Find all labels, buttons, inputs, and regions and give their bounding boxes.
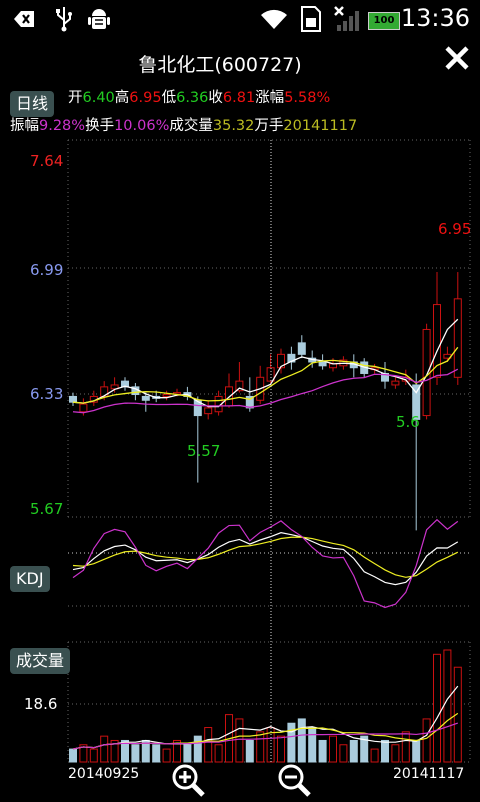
candle-body bbox=[318, 361, 327, 367]
price-axis-3: 6.33 bbox=[30, 385, 64, 403]
volume-bar bbox=[308, 727, 317, 763]
volume-bar bbox=[370, 748, 379, 763]
volume-ma-lines-group bbox=[72, 685, 459, 750]
candle-body bbox=[453, 298, 462, 378]
candle-body bbox=[69, 395, 77, 403]
volume-bar bbox=[318, 739, 327, 763]
volume-bar bbox=[422, 718, 431, 763]
kdj-badge[interactable]: KDJ bbox=[10, 566, 50, 592]
volume-bar bbox=[100, 735, 109, 763]
volume-bar bbox=[204, 727, 213, 763]
candle-body bbox=[297, 342, 306, 355]
candle-body bbox=[422, 328, 431, 417]
price-axis-min: 5.67 bbox=[30, 500, 64, 518]
ma-lines-group bbox=[72, 318, 459, 414]
kdj-line bbox=[72, 518, 459, 609]
volume-bar bbox=[339, 744, 348, 763]
kdj-lines-group bbox=[72, 518, 459, 609]
low-label-2: 5.6 bbox=[396, 413, 420, 431]
candles-group bbox=[69, 272, 462, 531]
zoom-out-icon bbox=[278, 764, 311, 797]
date-end: 20141117 bbox=[393, 766, 465, 782]
zoom-in-button[interactable] bbox=[170, 762, 206, 798]
candle-body bbox=[141, 395, 150, 401]
candle-body bbox=[79, 403, 88, 413]
volume-bar bbox=[214, 744, 223, 763]
candle-body bbox=[391, 380, 400, 386]
volume-bar bbox=[329, 735, 337, 763]
volume-bar bbox=[381, 739, 389, 763]
volume-bar bbox=[297, 718, 306, 763]
volume-ma-line bbox=[72, 722, 458, 750]
price-axis-max: 7.64 bbox=[30, 152, 64, 170]
volume-bar bbox=[401, 731, 410, 763]
volume-axis-label: 18.6 bbox=[24, 695, 58, 713]
volume-bar bbox=[193, 735, 202, 763]
low-label-1: 5.57 bbox=[187, 442, 221, 460]
price-grid bbox=[67, 139, 471, 518]
ma-line bbox=[72, 346, 459, 404]
date-start: 20140925 bbox=[68, 766, 140, 782]
volume-bar bbox=[256, 731, 265, 763]
volume-bar bbox=[245, 739, 254, 763]
volume-bar bbox=[131, 744, 140, 763]
high-peak-label: 6.95 bbox=[438, 220, 472, 238]
volume-bar bbox=[391, 744, 400, 763]
zoom-in-icon bbox=[172, 764, 205, 797]
volume-bars-group bbox=[69, 649, 462, 763]
volume-bar bbox=[287, 722, 296, 763]
kdj-line bbox=[72, 536, 459, 578]
zoom-out-button[interactable] bbox=[276, 762, 312, 798]
volume-bar bbox=[235, 718, 244, 763]
volume-bar bbox=[433, 653, 441, 763]
stock-chart[interactable] bbox=[0, 0, 480, 800]
volume-bar bbox=[183, 744, 192, 763]
volume-bar bbox=[162, 748, 171, 763]
candle-body bbox=[204, 407, 213, 415]
kdj-grid bbox=[68, 516, 470, 607]
ma-line bbox=[72, 368, 459, 414]
price-axis-2: 6.99 bbox=[30, 261, 64, 279]
volume-bar bbox=[89, 748, 98, 763]
volume-badge[interactable]: 成交量 bbox=[10, 648, 71, 674]
volume-bar bbox=[412, 739, 421, 763]
volume-bar bbox=[152, 744, 161, 763]
volume-bar bbox=[69, 748, 77, 763]
volume-ma-line bbox=[72, 685, 459, 750]
volume-bar bbox=[349, 739, 358, 763]
volume-bar bbox=[443, 649, 452, 763]
candle-body bbox=[162, 394, 171, 397]
volume-bar bbox=[277, 735, 285, 763]
